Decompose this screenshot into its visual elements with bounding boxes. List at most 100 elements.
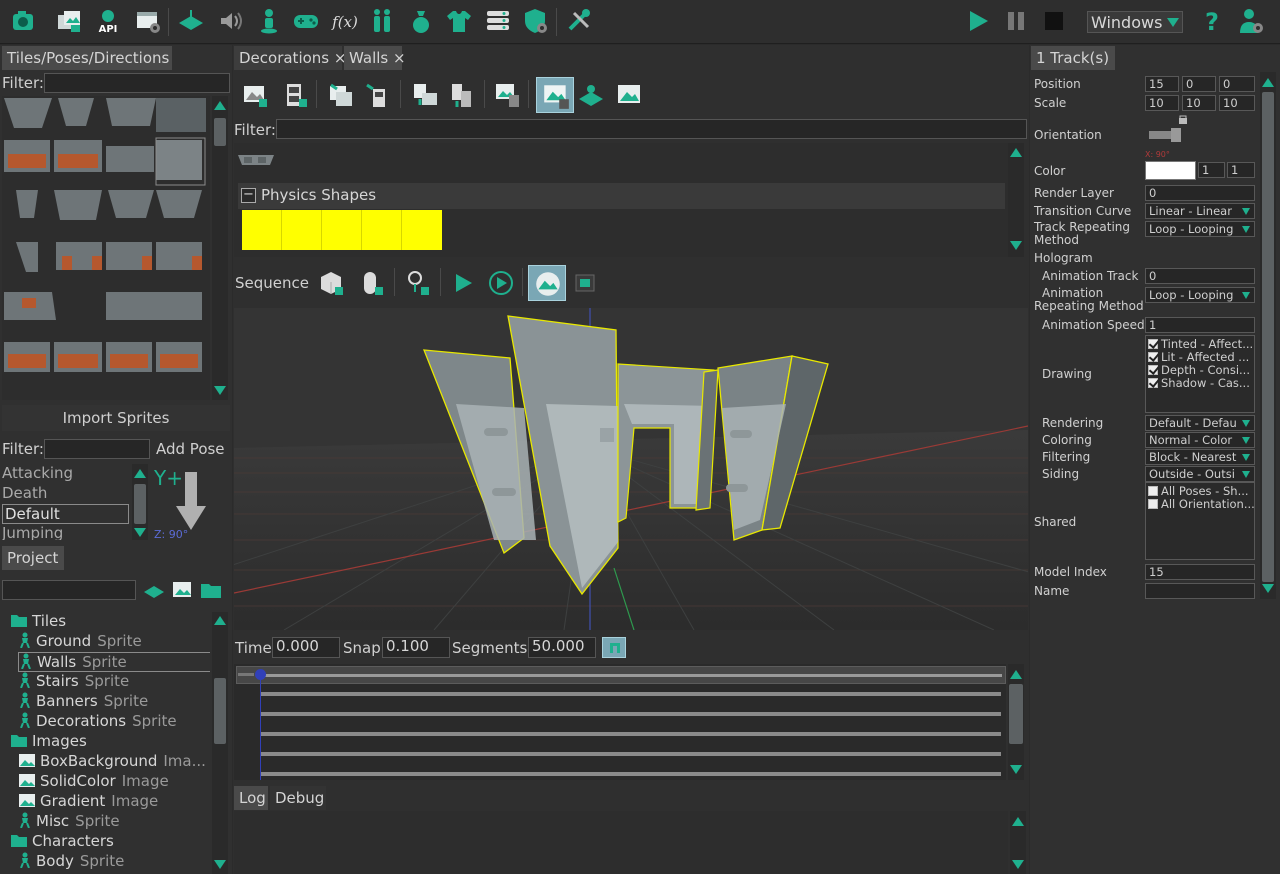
timeline-scrollbar[interactable] (1008, 664, 1024, 780)
3d-viewport[interactable] (33, 308, 1235, 631)
scrollbar-thumb[interactable] (134, 484, 146, 524)
tree-folder[interactable]: Images (10, 732, 87, 752)
timeline[interactable] (234, 664, 1006, 780)
track-line[interactable] (261, 772, 1001, 776)
scroll-down-icon[interactable] (1262, 584, 1274, 593)
scale-z-input[interactable]: 10 (1219, 95, 1255, 111)
scrollbar-thumb[interactable] (1262, 92, 1274, 582)
pose-item[interactable]: Death (2, 484, 47, 502)
animation-speed-input[interactable]: 1 (1145, 317, 1255, 333)
render-layer-input[interactable]: 0 (1145, 185, 1255, 201)
scroll-down-icon[interactable] (214, 386, 226, 395)
segments-input[interactable]: 50.000 (528, 637, 596, 658)
platform-dropdown[interactable]: Windows (1087, 11, 1183, 33)
tree-folder[interactable]: Tiles (10, 612, 66, 632)
stop-icon[interactable] (1039, 6, 1069, 36)
add-capsule-icon[interactable] (356, 268, 386, 298)
model-index-input[interactable]: 15 (1145, 564, 1255, 580)
pose-scrollbar[interactable] (132, 464, 148, 540)
add-point-icon[interactable] (402, 268, 432, 298)
tile-grid[interactable] (2, 96, 210, 400)
log-scrollbar[interactable] (1010, 811, 1026, 874)
track-line[interactable] (261, 732, 1001, 736)
project-scrollbar[interactable] (212, 612, 228, 874)
image-stack-icon[interactable] (492, 80, 522, 110)
image-down-icon[interactable] (410, 80, 440, 110)
images-icon[interactable] (54, 6, 84, 36)
animation-track-input[interactable]: 0 (1145, 268, 1255, 284)
scroll-up-icon[interactable] (1262, 78, 1274, 87)
tree-item[interactable]: Banners Sprite (18, 692, 148, 712)
scroll-down-icon[interactable] (1010, 765, 1022, 774)
color-intensity-input[interactable]: 1 (1227, 162, 1255, 178)
tab-debug[interactable]: Debug (270, 786, 326, 810)
add-cube-icon[interactable] (316, 268, 346, 298)
add-pose-button[interactable]: Add Pose (156, 440, 225, 458)
add-image-icon[interactable] (240, 80, 270, 110)
tree-item[interactable]: Stairs Sprite (18, 672, 129, 692)
filtering-dropdown[interactable]: Block - Nearest (1145, 449, 1255, 465)
physics-shape-strip[interactable] (242, 210, 442, 250)
color-alpha-input[interactable]: 1 (1198, 162, 1225, 178)
tiles-filter-input[interactable] (44, 73, 230, 93)
tab-walls[interactable]: Walls × (344, 46, 406, 70)
checkbox-icon[interactable] (1148, 499, 1158, 509)
person-pin-icon[interactable] (254, 6, 284, 36)
transition-curve-dropdown[interactable]: Linear - Linear (1145, 203, 1255, 219)
coloring-dropdown[interactable]: Normal - Color (1145, 432, 1255, 448)
import-sprites-button[interactable]: Import Sprites (2, 405, 230, 431)
drawing-option[interactable]: Shadow - Cas... (1148, 376, 1250, 390)
color-swatch[interactable] (1145, 161, 1196, 180)
track-line[interactable] (261, 712, 1001, 716)
frames-scrollbar[interactable] (1008, 143, 1024, 257)
project-search-input[interactable] (2, 580, 136, 600)
people-icon[interactable] (367, 6, 397, 36)
scroll-up-icon[interactable] (1010, 670, 1022, 679)
scrollbar-thumb[interactable] (214, 118, 226, 146)
tab-tracks[interactable]: 1 Track(s) (1031, 46, 1115, 70)
track-line[interactable] (261, 692, 1001, 696)
play-sequence-icon[interactable] (448, 268, 478, 298)
drawing-option[interactable]: Depth - Consi... (1148, 363, 1250, 377)
shirt-icon[interactable] (444, 6, 474, 36)
speaker-icon[interactable] (215, 6, 245, 36)
checkbox-icon[interactable] (1148, 486, 1158, 496)
checkbox-checked-icon[interactable] (1148, 339, 1158, 349)
user-settings-icon[interactable] (1236, 6, 1266, 36)
frame-view-icon[interactable] (570, 268, 600, 298)
rendering-dropdown[interactable]: Default - Defau (1145, 415, 1255, 431)
direction-widget[interactable]: Y+ Z: 90° (152, 464, 230, 542)
scrollbar-thumb[interactable] (214, 678, 226, 744)
pause-icon[interactable] (1001, 6, 1031, 36)
properties-scrollbar[interactable] (1260, 72, 1276, 599)
sprite-filter-input[interactable] (276, 119, 1027, 139)
camera-icon[interactable] (8, 6, 38, 36)
scroll-up-icon[interactable] (1012, 817, 1024, 826)
scroll-up-icon[interactable] (214, 616, 226, 625)
pose-item-selected[interactable]: Default (2, 504, 129, 524)
scroll-down-icon[interactable] (134, 528, 146, 537)
animation-repeating-dropdown[interactable]: Loop - Looping (1145, 287, 1255, 303)
close-icon[interactable]: × (393, 49, 406, 67)
tree-item[interactable]: BoxBackground Ima... (18, 752, 206, 772)
scroll-up-icon[interactable] (1010, 148, 1022, 157)
scroll-down-icon[interactable] (1010, 241, 1022, 250)
scale-x-input[interactable]: 10 (1145, 95, 1179, 111)
scrollbar-thumb[interactable] (1009, 684, 1023, 744)
tree-folder[interactable]: Characters (10, 832, 114, 852)
tree-item[interactable]: Gradient Image (18, 792, 158, 812)
shield-gear-icon[interactable] (520, 6, 550, 36)
add-sprite-icon[interactable] (142, 578, 166, 602)
play-loop-icon[interactable] (486, 268, 516, 298)
snap-input[interactable]: 0.100 (382, 637, 450, 658)
shared-option[interactable]: All Poses - Sh... (1148, 484, 1249, 498)
tree-item[interactable]: Walls Sprite (18, 652, 210, 672)
siding-dropdown[interactable]: Outside - Outsi (1145, 466, 1255, 482)
view-mode-button-active[interactable] (528, 265, 566, 301)
copy-film-icon[interactable] (362, 80, 392, 110)
add-film-icon[interactable] (280, 80, 310, 110)
tab-log[interactable]: Log (234, 786, 268, 810)
scroll-down-icon[interactable] (1012, 860, 1024, 869)
tree-item[interactable]: Ground Sprite (18, 632, 142, 652)
scale-y-input[interactable]: 10 (1182, 95, 1216, 111)
